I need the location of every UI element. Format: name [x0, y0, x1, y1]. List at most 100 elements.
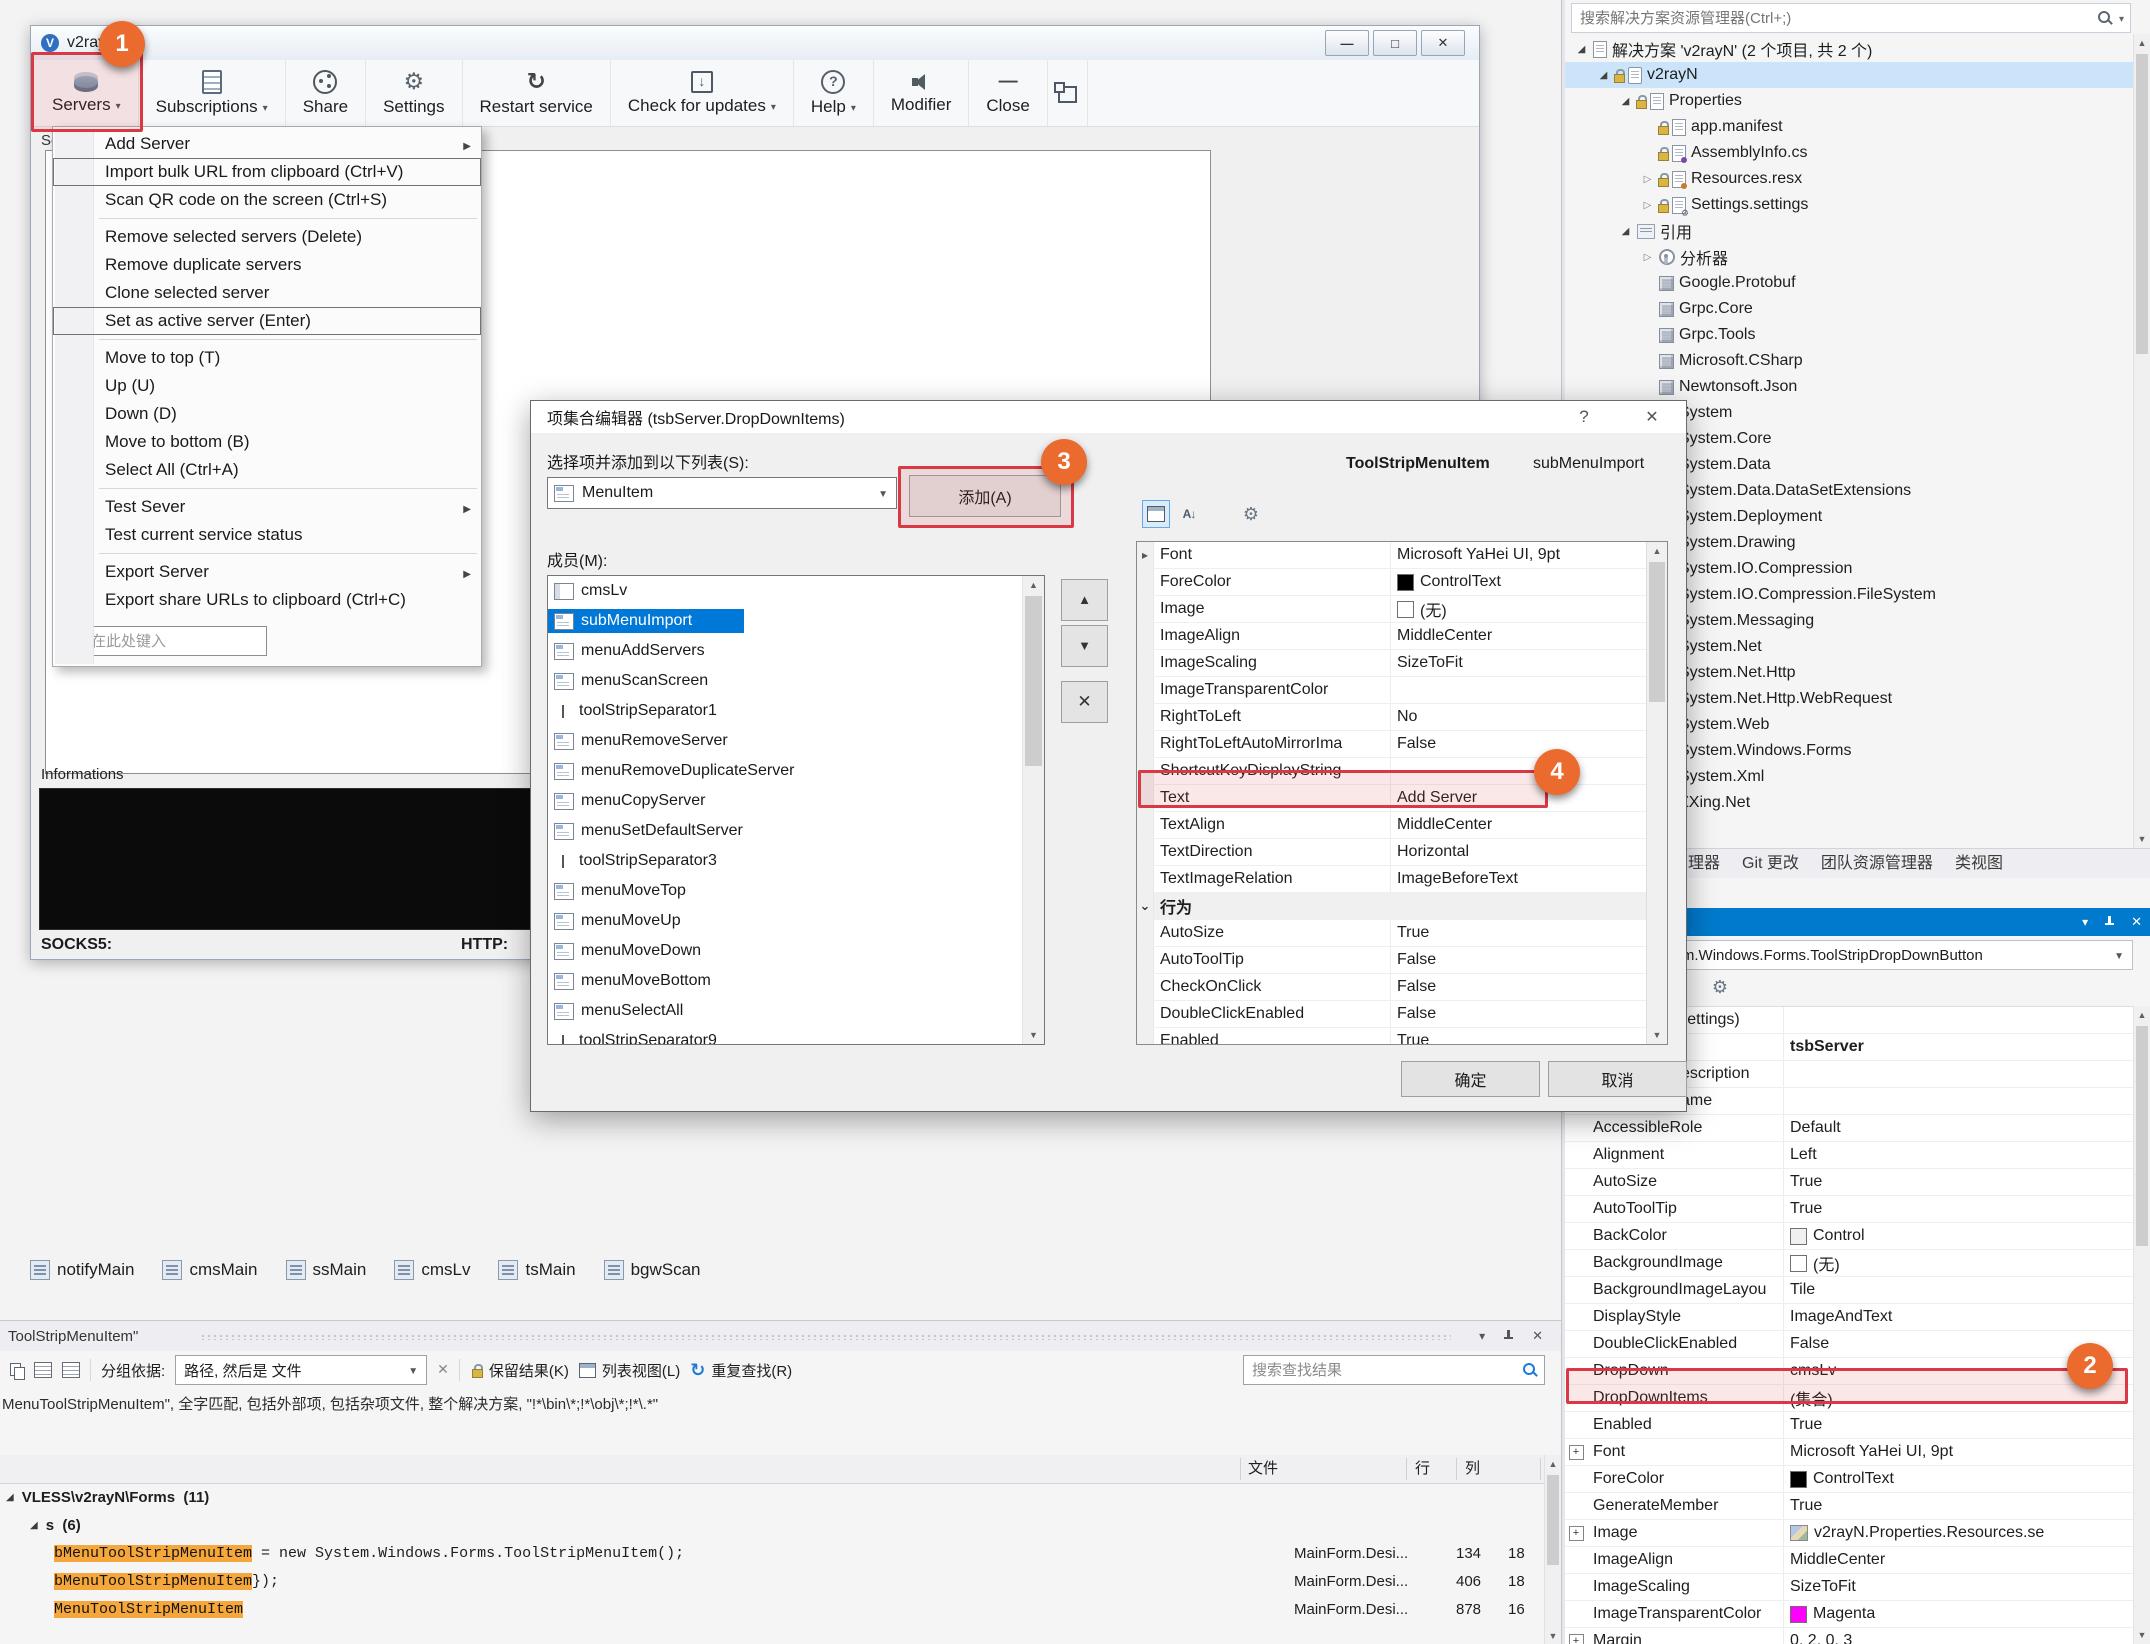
members-scrollbar[interactable] [1022, 576, 1044, 1044]
tree-expander-icon[interactable] [1639, 252, 1656, 263]
maximize-button[interactable] [1373, 30, 1417, 56]
property-row[interactable]: 行为 [1137, 893, 1667, 920]
menu-item[interactable]: Remove duplicate servers [53, 251, 481, 279]
tree-item[interactable]: Newtonsoft.Json [1565, 374, 2134, 400]
tree-item[interactable]: 分析器 [1565, 244, 2134, 270]
member-item[interactable]: toolStripSeparator3 [548, 846, 1044, 876]
close-button[interactable] [1421, 30, 1465, 56]
menu-item[interactable]: Export Server [53, 558, 481, 586]
menu-item[interactable]: Up (U) [53, 372, 481, 400]
property-row[interactable]: AutoSize True [1565, 1169, 2134, 1196]
member-item[interactable]: toolStripSeparator9 [548, 1026, 1044, 1045]
menu-item[interactable]: Clone selected server [53, 279, 481, 307]
pin-icon[interactable] [1503, 1330, 1514, 1343]
menu-item[interactable]: Add Server [53, 130, 481, 158]
scrollbar-thumb[interactable] [1649, 562, 1665, 702]
dialog-close-button[interactable] [1634, 401, 1670, 433]
chevron-down-icon[interactable] [2119, 9, 2124, 27]
toolbar-button[interactable]: Subscriptions [139, 60, 286, 126]
window-titlebar[interactable]: v2rayN [31, 26, 1479, 61]
result-row[interactable]: MenuToolStripMenuItem MainForm.Desi... 8… [0, 1595, 1545, 1623]
toolbar-button[interactable]: Share [286, 60, 366, 126]
tree-expander-icon[interactable] [1595, 70, 1612, 81]
solution-search-box[interactable] [1571, 3, 2131, 33]
list-view-button[interactable]: 列表视图(L) [579, 1360, 680, 1381]
window-position-icon[interactable] [1479, 1327, 1485, 1345]
tray-component[interactable]: tsMain [498, 1260, 575, 1280]
dialog-titlebar[interactable]: 项集合编辑器 (tsbServer.DropDownItems) [531, 401, 1686, 433]
scroll-down-icon[interactable] [1545, 1627, 1561, 1644]
results-scrollbar[interactable] [1544, 1455, 1561, 1644]
property-row[interactable]: Image v2rayN.Properties.Resources.se [1565, 1520, 2134, 1547]
property-row[interactable]: ImageTransparentColor Magenta [1565, 1601, 2134, 1628]
menu-item[interactable]: Import bulk URL from clipboard (Ctrl+V) [53, 158, 481, 186]
property-pages-button[interactable] [1238, 501, 1264, 527]
scrollbar-thumb[interactable] [2136, 1026, 2148, 1246]
menu-item[interactable] [53, 335, 481, 344]
tree-expander-icon[interactable] [1617, 226, 1634, 237]
property-row[interactable]: Margin 0, 2, 0, 3 [1565, 1628, 2134, 1644]
result-row[interactable]: s (6) [0, 1511, 1545, 1539]
tree-item[interactable]: Grpc.Core [1565, 296, 2134, 322]
close-icon[interactable] [1532, 1327, 1543, 1345]
menu-item[interactable] [53, 549, 481, 558]
menu-item[interactable]: Test Sever [53, 493, 481, 521]
property-row[interactable]: CheckOnClick False [1137, 974, 1667, 1001]
tree-item[interactable]: AssemblyInfo.cs [1565, 140, 2134, 166]
member-item[interactable]: menuRemoveDuplicateServer [548, 756, 1044, 786]
scroll-down-icon[interactable] [2134, 1626, 2150, 1644]
result-row[interactable]: bMenuToolStripMenuItem = new System.Wind… [0, 1539, 1545, 1567]
member-item[interactable]: menuMoveUp [548, 906, 1044, 936]
property-row[interactable]: AccessibleRole Default [1565, 1115, 2134, 1142]
property-row[interactable]: ImageScaling SizeToFit [1565, 1574, 2134, 1601]
property-row[interactable]: DoubleClickEnabled False [1137, 1001, 1667, 1028]
group-by-dropdown[interactable]: 路径, 然后是 文件 [175, 1355, 427, 1385]
scroll-up-icon[interactable] [1545, 1455, 1561, 1473]
close-icon[interactable] [2131, 913, 2142, 931]
results-list-icon[interactable] [34, 1362, 52, 1378]
menu-type-here-input[interactable] [67, 626, 267, 656]
property-row[interactable]: TextDirection Horizontal [1137, 839, 1667, 866]
member-item[interactable]: cmsLv [548, 576, 1044, 606]
property-row[interactable]: ImageScaling SizeToFit [1137, 650, 1667, 677]
result-row[interactable]: VLESS\v2rayN\Forms (11) [0, 1483, 1545, 1511]
tree-item[interactable]: Settings.settings [1565, 192, 2134, 218]
tray-component[interactable]: bgwScan [604, 1260, 701, 1280]
move-down-button[interactable] [1061, 625, 1108, 667]
toolbar-button[interactable] [1048, 60, 1088, 126]
property-row[interactable]: RightToLeft No [1137, 704, 1667, 731]
property-row[interactable]: BackColor Control [1565, 1223, 2134, 1250]
property-pages-button[interactable] [1707, 974, 1733, 1000]
property-row[interactable]: TextImageRelation ImageBeforeText [1137, 866, 1667, 893]
column-header-line[interactable]: 行 [1415, 1455, 1430, 1483]
property-row[interactable]: Enabled True [1137, 1028, 1667, 1045]
menu-item[interactable]: Move to bottom (B) [53, 428, 481, 456]
pin-icon[interactable] [2104, 916, 2115, 929]
properties-scrollbar[interactable] [2133, 1006, 2150, 1644]
tray-component[interactable]: cmsLv [394, 1260, 470, 1280]
drag-grip[interactable] [200, 1334, 1451, 1340]
scroll-down-icon[interactable] [1647, 1026, 1667, 1044]
property-row[interactable]: Font Microsoft YaHei UI, 9pt [1565, 1439, 2134, 1466]
member-item[interactable]: menuScanScreen [548, 666, 1044, 696]
toolbar-button[interactable]: Close [969, 60, 1047, 126]
property-row[interactable]: GenerateMember True [1565, 1493, 2134, 1520]
tool-window-tab[interactable]: 团队资源管理器 [1810, 849, 1944, 879]
search-results-input[interactable] [1244, 1362, 1523, 1379]
member-item[interactable]: menuMoveTop [548, 876, 1044, 906]
member-item[interactable]: menuCopyServer [548, 786, 1044, 816]
copy-results-icon[interactable] [10, 1363, 24, 1378]
dialog-help-button[interactable] [1566, 401, 1602, 433]
property-row[interactable]: BackgroundImageLayou Tile [1565, 1277, 2134, 1304]
repeat-find-button[interactable]: 重复查找(R) [690, 1360, 792, 1381]
scroll-up-icon[interactable] [2134, 34, 2150, 52]
scrollbar-thumb[interactable] [1547, 1475, 1559, 1565]
result-row[interactable]: bMenuToolStripMenuItem}); MainForm.Desi.… [0, 1567, 1545, 1595]
property-row[interactable]: Image (无) [1137, 596, 1667, 623]
property-row[interactable]: ForeColor ControlText [1565, 1466, 2134, 1493]
menu-item[interactable]: Export share URLs to clipboard (Ctrl+C) [53, 586, 481, 614]
tree-item[interactable]: Resources.resx [1565, 166, 2134, 192]
tree-item[interactable]: Properties [1565, 88, 2134, 114]
menu-item[interactable]: Test current service status [53, 521, 481, 549]
toolbar-button[interactable]: Check for updates [611, 60, 794, 126]
